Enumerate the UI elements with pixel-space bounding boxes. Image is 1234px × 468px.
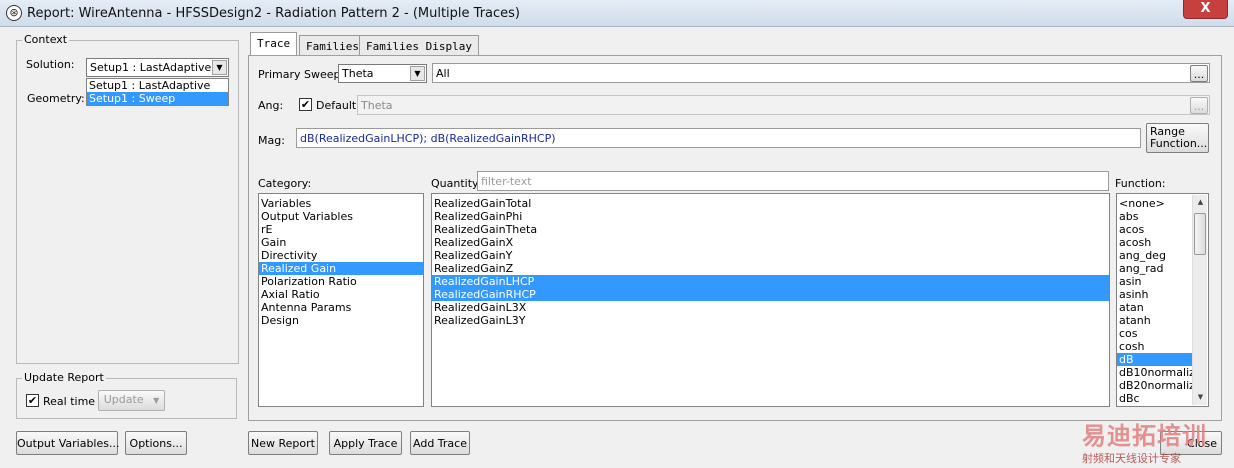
default-label: Default bbox=[316, 99, 357, 112]
function-scrollbar[interactable]: ▲ ▼ bbox=[1192, 195, 1207, 405]
category-item[interactable]: Gain bbox=[259, 236, 423, 249]
category-item[interactable]: Directivity bbox=[259, 249, 423, 262]
ang-label: Ang: bbox=[258, 99, 284, 112]
watermark-logo: 易迪拓培训 bbox=[1082, 422, 1207, 450]
primary-sweep-label: Primary Sweep: bbox=[258, 68, 345, 81]
function-item[interactable]: atanh bbox=[1117, 314, 1192, 327]
context-legend: Context bbox=[22, 33, 70, 46]
ang-ellipsis-button[interactable]: ... bbox=[1190, 97, 1208, 114]
range-function-label: Range Function... bbox=[1150, 125, 1208, 150]
quantity-item[interactable]: RealizedGainL3X bbox=[432, 301, 1109, 314]
primary-sweep-combo[interactable]: Theta ▼ bbox=[338, 64, 427, 83]
mag-label: Mag: bbox=[258, 134, 285, 147]
function-item[interactable]: cosh bbox=[1117, 340, 1192, 353]
solution-option-selected[interactable]: Setup1 : Sweep bbox=[87, 92, 228, 105]
quantity-item[interactable]: RealizedGainTotal bbox=[432, 197, 1109, 210]
tab-families-display[interactable]: Families Display bbox=[359, 35, 479, 56]
function-item[interactable]: asin bbox=[1117, 275, 1192, 288]
tab-trace[interactable]: Trace bbox=[250, 32, 298, 56]
solution-dropdown-list[interactable]: Setup1 : LastAdaptive Setup1 : Sweep bbox=[86, 78, 229, 106]
function-list[interactable]: <none> abs acos acosh ang_deg ang_rad as… bbox=[1116, 193, 1209, 407]
quantity-list[interactable]: RealizedGainTotal RealizedGainPhi Realiz… bbox=[431, 193, 1110, 407]
function-item[interactable]: cos bbox=[1117, 327, 1192, 340]
category-item[interactable]: Polarization Ratio bbox=[259, 275, 423, 288]
update-button-label: Update bbox=[103, 393, 144, 406]
range-function-button[interactable]: Range Function... bbox=[1146, 123, 1209, 153]
function-item[interactable]: ang_deg bbox=[1117, 249, 1192, 262]
category-item[interactable]: Output Variables bbox=[259, 210, 423, 223]
chevron-down-icon[interactable]: ▼ bbox=[410, 66, 425, 81]
function-item-selected[interactable]: dB bbox=[1117, 353, 1192, 366]
quantity-item[interactable]: RealizedGainTheta bbox=[432, 223, 1109, 236]
primary-sweep-range-field[interactable]: All bbox=[432, 63, 1210, 83]
apply-trace-button[interactable]: Apply Trace bbox=[329, 431, 402, 455]
solution-value: Setup1 : LastAdaptive bbox=[90, 61, 212, 74]
category-item[interactable]: Axial Ratio bbox=[259, 288, 423, 301]
update-button[interactable]: Update ▼ bbox=[98, 390, 165, 411]
geometry-label: Geometry: bbox=[27, 92, 85, 105]
quantity-item[interactable]: RealizedGainPhi bbox=[432, 210, 1109, 223]
update-report-legend: Update Report bbox=[22, 371, 106, 384]
ang-field[interactable]: Theta bbox=[357, 95, 1210, 115]
solution-option[interactable]: Setup1 : LastAdaptive bbox=[87, 79, 228, 92]
scroll-up-icon[interactable]: ▲ bbox=[1193, 195, 1208, 210]
window-close-button[interactable]: X bbox=[1183, 0, 1228, 19]
function-item[interactable]: dB20normalize bbox=[1117, 379, 1202, 392]
scrollbar-thumb[interactable] bbox=[1194, 213, 1206, 255]
function-label: Function: bbox=[1115, 177, 1166, 190]
primary-sweep-ellipsis-button[interactable]: ... bbox=[1190, 65, 1208, 82]
default-checkbox[interactable]: ✔ bbox=[299, 98, 312, 111]
category-label: Category: bbox=[258, 177, 312, 190]
function-item[interactable]: atan bbox=[1117, 301, 1192, 314]
tab-families[interactable]: Families bbox=[299, 35, 366, 56]
scroll-down-icon[interactable]: ▼ bbox=[1193, 390, 1208, 405]
add-trace-button[interactable]: Add Trace bbox=[410, 431, 470, 455]
chevron-down-icon[interactable]: ▼ bbox=[212, 60, 227, 75]
category-item[interactable]: Antenna Params bbox=[259, 301, 423, 314]
function-item[interactable]: acosh bbox=[1117, 236, 1192, 249]
caret-down-icon: ▼ bbox=[153, 396, 160, 405]
solution-combo[interactable]: Setup1 : LastAdaptive ▼ bbox=[86, 58, 229, 77]
quantity-filter-input[interactable]: filter-text bbox=[477, 171, 1109, 191]
quantity-item[interactable]: RealizedGainX bbox=[432, 236, 1109, 249]
function-item[interactable]: ang_rad bbox=[1117, 262, 1192, 275]
function-item[interactable]: <none> bbox=[1117, 197, 1192, 210]
category-item-selected[interactable]: Realized Gain bbox=[259, 262, 423, 275]
watermark-tagline: 射频和天线设计专家 bbox=[1082, 452, 1181, 465]
new-report-button[interactable]: New Report bbox=[248, 431, 318, 455]
quantity-item-selected[interactable]: RealizedGainLHCP bbox=[432, 275, 1109, 288]
primary-sweep-value: Theta bbox=[342, 67, 374, 80]
quantity-item-selected[interactable]: RealizedGainRHCP bbox=[432, 288, 1109, 301]
realtime-label: Real time bbox=[43, 395, 96, 408]
mag-field[interactable]: dB(RealizedGainLHCP); dB(RealizedGainRHC… bbox=[296, 128, 1141, 148]
quantity-item[interactable]: RealizedGainY bbox=[432, 249, 1109, 262]
function-item[interactable]: dB10normalize bbox=[1117, 366, 1202, 379]
realtime-checkbox[interactable]: ✔ bbox=[26, 394, 39, 407]
category-item[interactable]: Variables bbox=[259, 197, 423, 210]
window-title: Report: WireAntenna - HFSSDesign2 - Radi… bbox=[27, 6, 520, 21]
function-item[interactable]: abs bbox=[1117, 210, 1192, 223]
function-item[interactable]: dBc bbox=[1117, 392, 1192, 405]
category-item[interactable]: Design bbox=[259, 314, 423, 327]
output-variables-button[interactable]: Output Variables... bbox=[16, 431, 119, 455]
function-item[interactable]: acos bbox=[1117, 223, 1192, 236]
category-item[interactable]: rE bbox=[259, 223, 423, 236]
category-list[interactable]: Variables Output Variables rE Gain Direc… bbox=[258, 193, 424, 407]
function-item[interactable]: asinh bbox=[1117, 288, 1192, 301]
quantity-item[interactable]: RealizedGainZ bbox=[432, 262, 1109, 275]
quantity-item[interactable]: RealizedGainL3Y bbox=[432, 314, 1109, 327]
solution-label: Solution: bbox=[26, 58, 75, 71]
options-button[interactable]: Options... bbox=[125, 431, 187, 455]
quantity-label: Quantity: bbox=[431, 177, 482, 190]
app-icon: ⊛ bbox=[6, 5, 22, 21]
